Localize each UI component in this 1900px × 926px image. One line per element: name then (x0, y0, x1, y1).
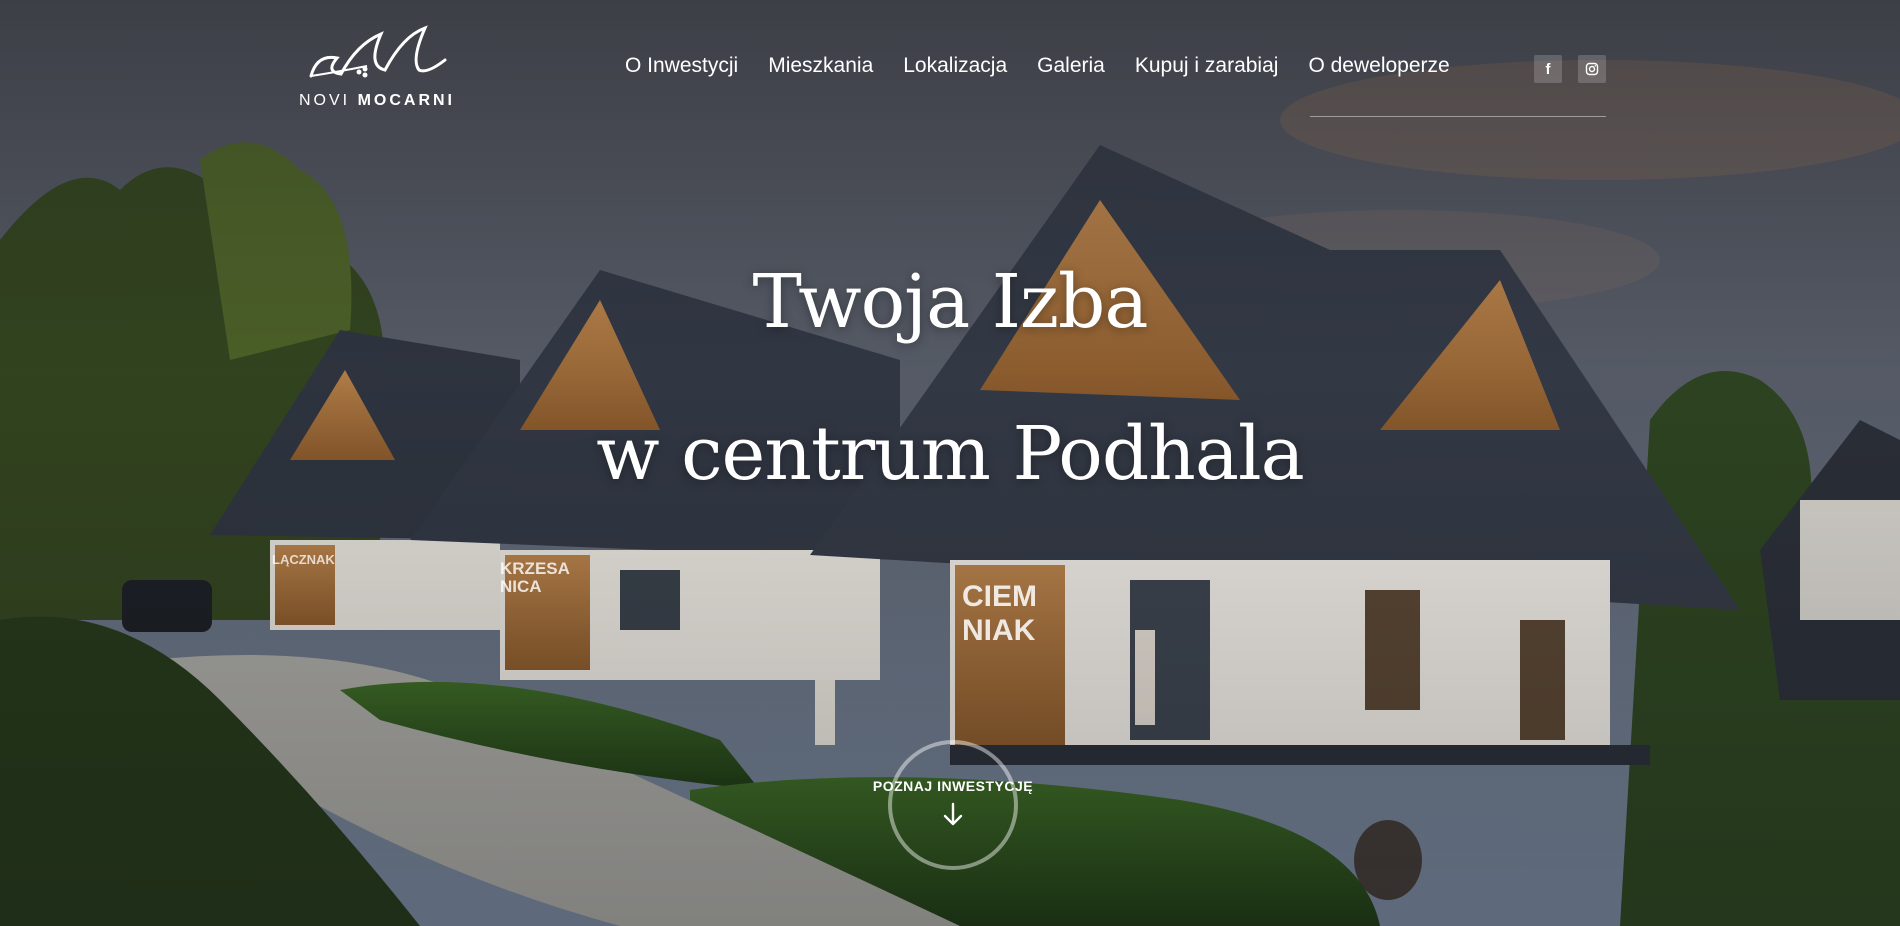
house-sign-1: LĄCZNAK (272, 552, 335, 567)
logo-wordmark: NOVI MOCARNI (292, 92, 462, 110)
instagram-glyph (1585, 62, 1599, 76)
instagram-icon[interactable] (1578, 55, 1606, 83)
house-sign-2: KRZESANICA (500, 559, 570, 596)
social-links: f (1534, 55, 1606, 83)
cta-label: POZNAJ INWESTYCJĘ (872, 778, 1034, 794)
nav-o-deweloperze[interactable]: O deweloperze (1308, 54, 1449, 78)
hero-section: LĄCZNAK KRZESANICA CIEMNIAK NOVI MOCARNI… (0, 0, 1900, 926)
nav-mieszkania[interactable]: Mieszkania (768, 54, 873, 78)
site-logo[interactable]: NOVI MOCARNI (292, 14, 462, 110)
nav-divider-line (1310, 116, 1606, 117)
facebook-glyph: f (1545, 60, 1551, 78)
nav-o-inwestycji[interactable]: O Inwestycji (625, 54, 738, 78)
logo-word-2: MOCARNI (357, 92, 455, 109)
hero-headline: Twoja Izba w centrum Podhala (0, 226, 1900, 530)
nav-galeria[interactable]: Galeria (1037, 54, 1105, 78)
nav-lokalizacja[interactable]: Lokalizacja (903, 54, 1007, 78)
headline-line-1: Twoja Izba (752, 259, 1149, 345)
logo-monogram (309, 25, 447, 78)
logo-word-1: NOVI (299, 92, 358, 109)
discover-investment-button[interactable]: POZNAJ INWESTYCJĘ (873, 740, 1033, 870)
nav-kupuj-i-zarabiaj[interactable]: Kupuj i zarabiaj (1135, 54, 1279, 78)
headline-line-2: w centrum Podhala (596, 411, 1305, 497)
facebook-icon[interactable]: f (1534, 55, 1562, 83)
house-sign-3: CIEMNIAK (962, 580, 1037, 647)
main-navigation: O Inwestycji Mieszkania Lokalizacja Gale… (625, 54, 1450, 78)
arrow-down-icon (943, 802, 963, 826)
